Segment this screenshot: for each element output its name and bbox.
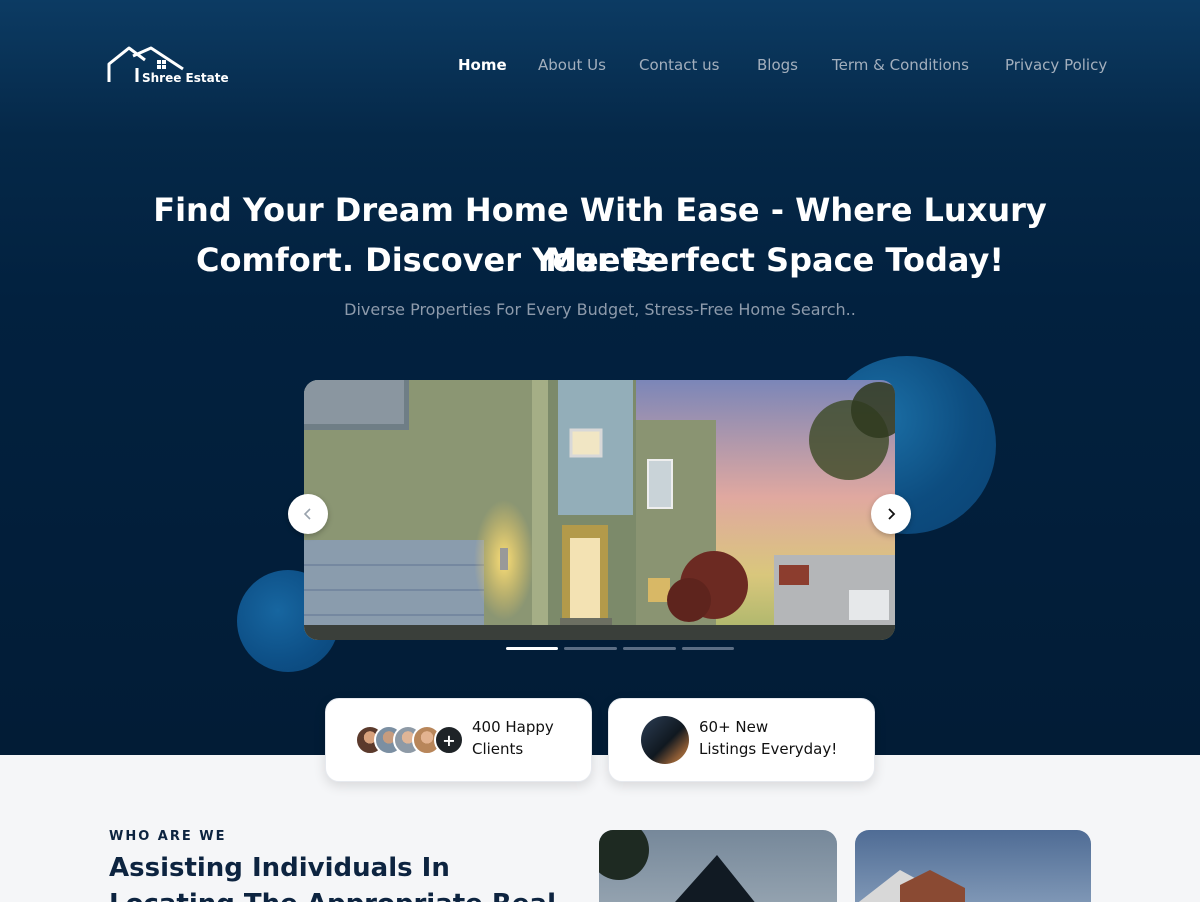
- stat-card-happy-clients: + 400 Happy Clients: [325, 698, 592, 782]
- nav-about-us[interactable]: About Us: [538, 56, 606, 76]
- hero-section: Shree Estate Home About Us Contact us Bl…: [0, 0, 1200, 755]
- stat-happy-clients-text: 400 Happy Clients: [472, 716, 554, 760]
- stat-line: 400 Happy: [472, 718, 554, 736]
- stat-new-listings-text: 60+ New Listings Everyday!: [699, 716, 837, 760]
- carousel-next-button[interactable]: [871, 494, 911, 534]
- nav-privacy-policy[interactable]: Privacy Policy: [1005, 56, 1107, 76]
- stat-card-new-listings: 60+ New Listings Everyday!: [608, 698, 875, 782]
- stat-line: Listings Everyday!: [699, 740, 838, 758]
- stat-line: Clients: [472, 740, 524, 758]
- chevron-left-icon: [303, 508, 311, 520]
- brand-name: Shree Estate: [142, 71, 229, 85]
- carousel-prev-button[interactable]: [288, 494, 328, 534]
- nav-blogs[interactable]: Blogs: [757, 56, 798, 76]
- listing-thumbnail: [641, 716, 689, 764]
- section-title-line: Locating The Appropriate Real: [109, 886, 559, 902]
- chevron-right-icon: [888, 508, 896, 520]
- property-photo-2: [858, 870, 965, 902]
- more-clients-badge: +: [434, 725, 464, 755]
- carousel-dot-1[interactable]: [506, 647, 558, 650]
- section-title-line: Assisting Individuals In: [109, 853, 450, 883]
- section-eyebrow: WHO ARE WE: [109, 829, 227, 844]
- carousel-slide-image: [304, 380, 895, 640]
- nav-home[interactable]: Home: [458, 56, 507, 76]
- hero-subtitle: Diverse Properties For Every Budget, Str…: [344, 300, 856, 319]
- hero-title-line-2: Comfort. Discover Your Perfect Space Tod…: [196, 241, 1004, 279]
- carousel-dot-4[interactable]: [682, 647, 734, 650]
- nav-contact-us[interactable]: Contact us: [639, 56, 719, 76]
- house-photo: [304, 380, 895, 640]
- property-image-1: [599, 830, 837, 902]
- carousel-dot-3[interactable]: [623, 647, 676, 650]
- section-title: Assisting Individuals In Locating The Ap…: [109, 850, 559, 902]
- nav-terms-conditions[interactable]: Term & Conditions: [832, 56, 969, 76]
- stat-line: 60+ New: [699, 718, 769, 736]
- property-photo-1: [599, 830, 755, 902]
- property-image-2: [855, 830, 1091, 902]
- carousel-dot-2[interactable]: [564, 647, 617, 650]
- brand-logo[interactable]: Shree Estate: [107, 44, 237, 88]
